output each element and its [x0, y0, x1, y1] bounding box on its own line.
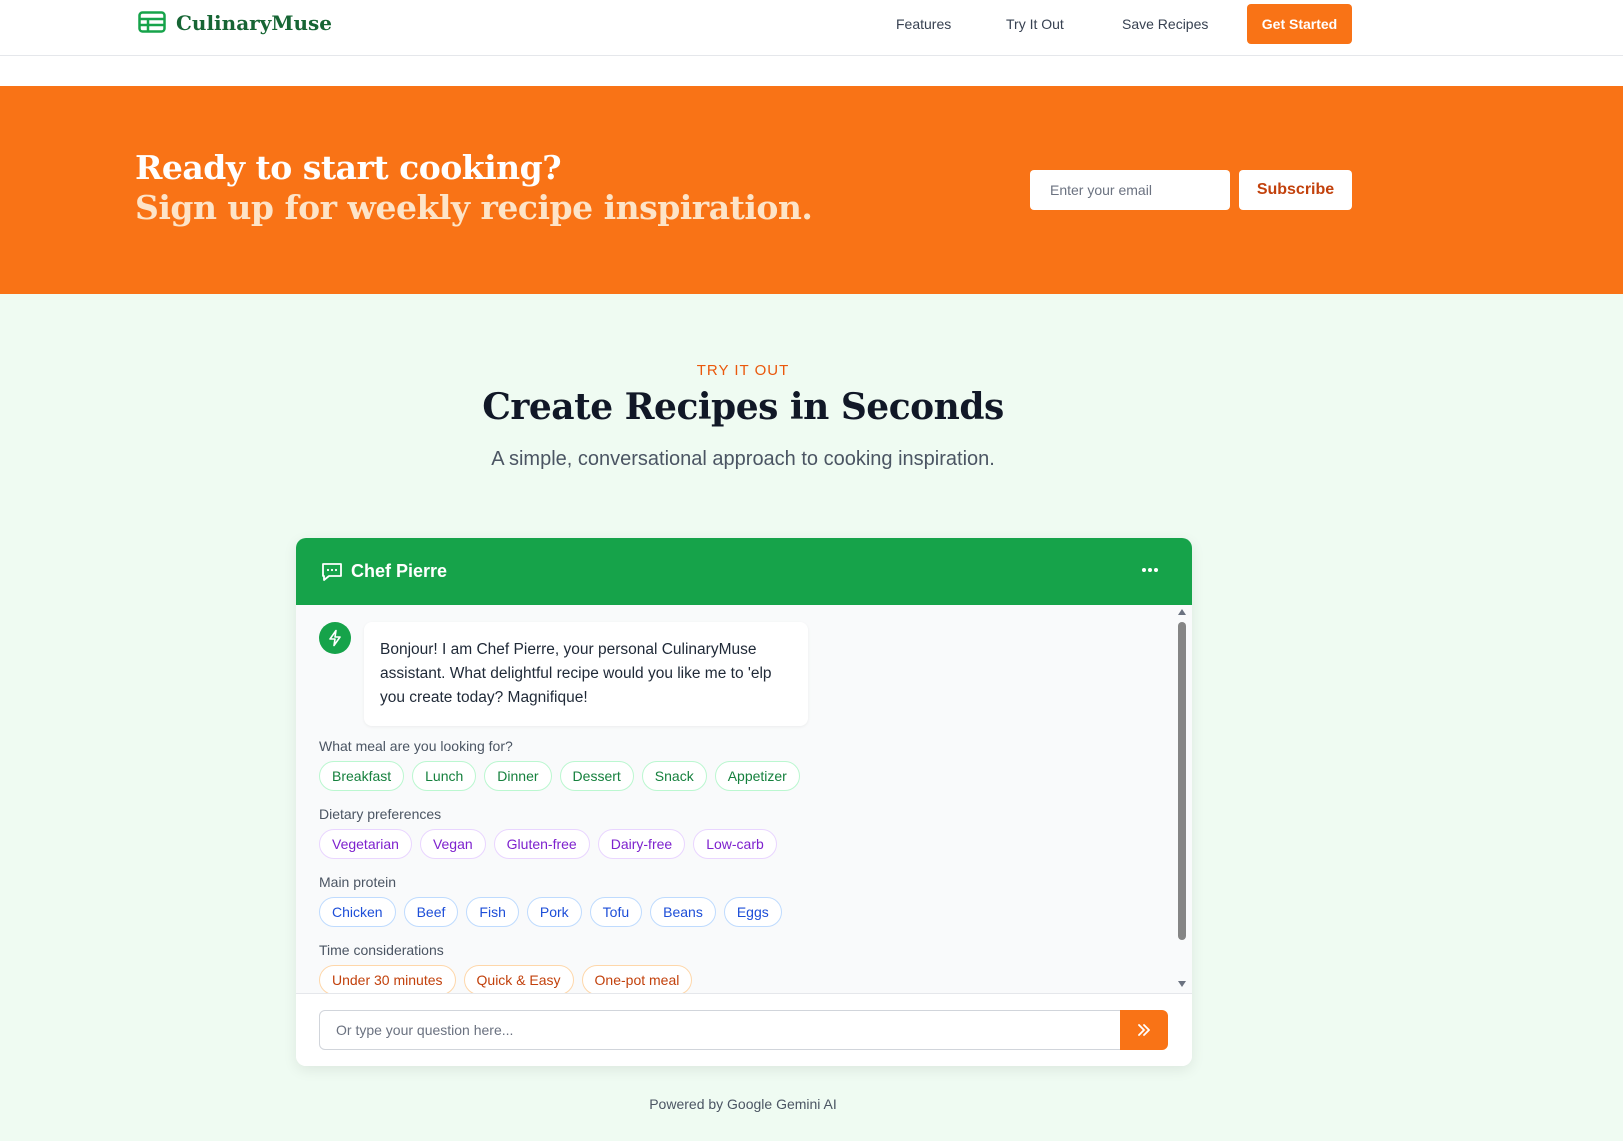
assistant-avatar	[319, 622, 351, 654]
scroll-up-arrow-icon[interactable]	[1178, 609, 1186, 615]
chevrons-right-icon	[1138, 1024, 1150, 1036]
meal-options: Breakfast Lunch Dinner Dessert Snack App…	[319, 761, 800, 791]
chip-snack[interactable]: Snack	[641, 761, 707, 791]
chip-pork[interactable]: Pork	[526, 897, 582, 927]
scroll-thumb[interactable]	[1178, 622, 1186, 940]
chip-lunch[interactable]: Lunch	[412, 761, 477, 791]
brand-name: CulinaryMuse	[176, 11, 332, 35]
more-options-icon[interactable]	[1138, 560, 1162, 580]
chip-one-pot-meal[interactable]: One-pot meal	[581, 965, 693, 993]
nav-link-features[interactable]: Features	[896, 16, 951, 32]
chip-appetizer[interactable]: Appetizer	[714, 761, 800, 791]
chip-eggs[interactable]: Eggs	[723, 897, 782, 927]
chat-header: Chef Pierre	[296, 538, 1192, 605]
chip-vegetarian[interactable]: Vegetarian	[319, 829, 412, 859]
message-square-icon	[321, 562, 343, 582]
send-button[interactable]	[1120, 1010, 1168, 1050]
scroll-down-arrow-icon[interactable]	[1178, 981, 1186, 987]
chat-input-bar	[296, 993, 1192, 1066]
chip-beans[interactable]: Beans	[650, 897, 716, 927]
email-field[interactable]	[1030, 170, 1230, 210]
newsletter-heading: Ready to start cooking? Sign up for week…	[135, 148, 813, 228]
chat-question-input[interactable]	[319, 1010, 1121, 1050]
newsletter-heading-line1: Ready to start cooking?	[135, 148, 562, 187]
chip-under-30-minutes[interactable]: Under 30 minutes	[319, 965, 456, 993]
newsletter-heading-line2: Sign up for weekly recipe inspiration.	[135, 188, 813, 227]
chip-beef[interactable]: Beef	[403, 897, 459, 927]
chip-breakfast[interactable]: Breakfast	[319, 761, 405, 791]
powered-by-note: Powered by Google Gemini AI	[649, 1096, 837, 1112]
diet-options: Vegetarian Vegan Gluten-free Dairy-free …	[319, 829, 777, 859]
try-it-out-section: TRY IT OUT Create Recipes in Seconds A s…	[0, 294, 1623, 1141]
chat-messages[interactable]: Bonjour! I am Chef Pierre, your personal…	[296, 605, 1192, 993]
top-navigation-bar: CulinaryMuse Features Try It Out Save Re…	[0, 0, 1623, 56]
meal-group-label: What meal are you looking for?	[319, 738, 513, 754]
chip-quick-easy[interactable]: Quick & Easy	[463, 965, 574, 993]
chip-dessert[interactable]: Dessert	[559, 761, 634, 791]
chip-vegan[interactable]: Vegan	[419, 829, 486, 859]
chip-low-carb[interactable]: Low-carb	[693, 829, 777, 859]
chat-title: Chef Pierre	[351, 561, 448, 581]
chat-scrollbar[interactable]	[1176, 605, 1188, 993]
chip-dinner[interactable]: Dinner	[484, 761, 552, 791]
protein-options: Chicken Beef Fish Pork Tofu Beans Eggs	[319, 897, 782, 927]
nav-link-save-recipes[interactable]: Save Recipes	[1122, 16, 1208, 32]
time-group-label: Time considerations	[319, 942, 444, 958]
chip-gluten-free[interactable]: Gluten-free	[493, 829, 590, 859]
chip-tofu[interactable]: Tofu	[589, 897, 643, 927]
protein-group-label: Main protein	[319, 874, 397, 890]
diet-group-label: Dietary preferences	[319, 806, 442, 822]
time-options: Under 30 minutes Quick & Easy One-pot me…	[319, 965, 693, 993]
assistant-message: Bonjour! I am Chef Pierre, your personal…	[364, 622, 808, 726]
section-eyebrow: TRY IT OUT	[696, 362, 790, 379]
table-icon	[138, 11, 166, 35]
lightning-icon	[329, 629, 341, 647]
subscribe-button[interactable]: Subscribe	[1239, 170, 1352, 210]
chip-chicken[interactable]: Chicken	[319, 897, 396, 927]
section-title: Create Recipes in Seconds	[482, 386, 1004, 428]
get-started-button[interactable]: Get Started	[1247, 4, 1352, 44]
nav-link-try-it-out[interactable]: Try It Out	[1006, 16, 1064, 32]
section-subtitle: A simple, conversational approach to coo…	[491, 448, 995, 470]
newsletter-banner: Ready to start cooking? Sign up for week…	[0, 86, 1623, 294]
chip-dairy-free[interactable]: Dairy-free	[597, 829, 686, 859]
chip-fish[interactable]: Fish	[466, 897, 519, 927]
brand-logo[interactable]: CulinaryMuse	[138, 11, 332, 35]
chat-widget: Chef Pierre Bonjour! I am Chef Pierre, y…	[296, 538, 1192, 1066]
